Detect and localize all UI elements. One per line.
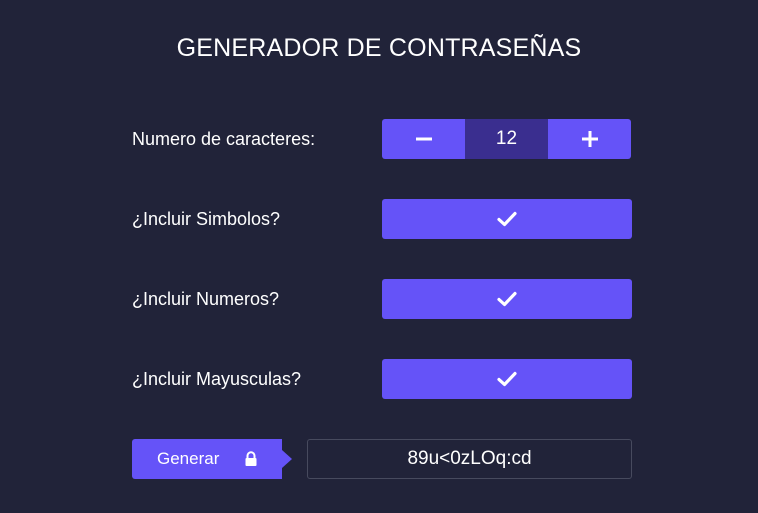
numbers-label: ¿Incluir Numeros?: [132, 289, 280, 309]
generate-button-label: Generar: [157, 449, 220, 468]
check-icon: [497, 371, 517, 387]
length-value: 12: [465, 119, 548, 159]
length-label: Numero de caracteres:: [132, 129, 316, 149]
symbols-label: ¿Incluir Simbolos?: [132, 209, 281, 229]
password-output[interactable]: [307, 439, 632, 479]
numbers-toggle[interactable]: [382, 279, 632, 319]
symbols-toggle[interactable]: [382, 199, 632, 239]
increase-length-button[interactable]: [548, 119, 631, 159]
generate-button[interactable]: Generar: [132, 439, 292, 479]
uppercase-label: ¿Incluir Mayusculas?: [132, 369, 302, 389]
length-stepper: 12: [382, 119, 631, 159]
uppercase-toggle[interactable]: [382, 359, 632, 399]
check-icon: [497, 211, 517, 227]
minus-icon: [415, 137, 432, 141]
page-title: GENERADOR DE CONTRASEÑAS: [176, 34, 582, 62]
check-icon: [497, 291, 517, 307]
lock-icon: [245, 451, 257, 466]
plus-icon: [581, 131, 598, 147]
decrease-length-button[interactable]: [382, 119, 465, 159]
